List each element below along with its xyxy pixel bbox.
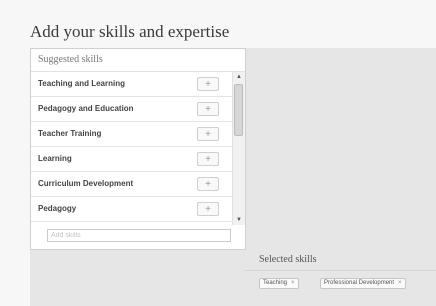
selected-skill-label: Teaching	[263, 280, 288, 286]
plus-icon: +	[205, 104, 211, 115]
plus-icon: +	[205, 179, 211, 190]
suggested-skill-row: Teaching and Learning +	[31, 72, 232, 97]
suggested-skill-row: Teacher Training +	[31, 122, 232, 147]
selected-skill-chip: Professional Development ×	[320, 278, 406, 289]
suggested-skill-row: Pedagogy +	[31, 197, 232, 222]
divider	[244, 270, 436, 271]
suggested-skills-heading: Suggested skills	[31, 49, 245, 72]
scroll-up-arrow-icon[interactable]: ▲	[233, 72, 245, 82]
scrollbar-thumb[interactable]	[234, 84, 243, 136]
remove-skill-icon[interactable]: ×	[398, 280, 402, 286]
plus-icon: +	[205, 154, 211, 165]
add-skill-button[interactable]: +	[197, 152, 219, 166]
add-skill-button[interactable]: +	[197, 202, 219, 216]
suggested-skill-label: Learning	[38, 154, 72, 163]
suggested-skill-label: Pedagogy	[38, 204, 77, 213]
selected-skill-label: Professional Development	[324, 280, 395, 286]
page-title: Add your skills and expertise	[30, 22, 230, 41]
suggested-list-scrollbar[interactable]: ▲ ▼	[232, 72, 245, 225]
add-skill-button[interactable]: +	[197, 127, 219, 141]
add-skills-input[interactable]	[47, 229, 231, 242]
plus-icon: +	[205, 129, 211, 140]
suggested-skills-list[interactable]: Teaching and Learning + Pedagogy and Edu…	[31, 72, 232, 225]
plus-icon: +	[205, 79, 211, 90]
skills-editor: Suggested skills Teaching and Learning +…	[30, 48, 436, 306]
add-skill-button[interactable]: +	[197, 102, 219, 116]
selected-skill-chip: Teaching ×	[259, 278, 299, 289]
suggested-skill-label: Teaching and Learning	[38, 79, 125, 88]
selected-skills-heading: Selected skills	[259, 254, 317, 265]
remove-skill-icon[interactable]: ×	[291, 280, 295, 286]
scroll-down-arrow-icon[interactable]: ▼	[233, 215, 245, 225]
plus-icon: +	[205, 204, 211, 215]
suggested-skill-row: Curriculum Development +	[31, 172, 232, 197]
add-skill-button[interactable]: +	[197, 177, 219, 191]
suggested-skills-panel: Suggested skills Teaching and Learning +…	[30, 48, 246, 250]
suggested-skill-label: Curriculum Development	[38, 179, 134, 188]
suggested-skill-label: Teacher Training	[38, 129, 102, 138]
add-skill-button[interactable]: +	[197, 77, 219, 91]
suggested-skill-row: Learning +	[31, 147, 232, 172]
suggested-skill-row: Pedagogy and Education +	[31, 97, 232, 122]
suggested-skill-label: Pedagogy and Education	[38, 104, 134, 113]
